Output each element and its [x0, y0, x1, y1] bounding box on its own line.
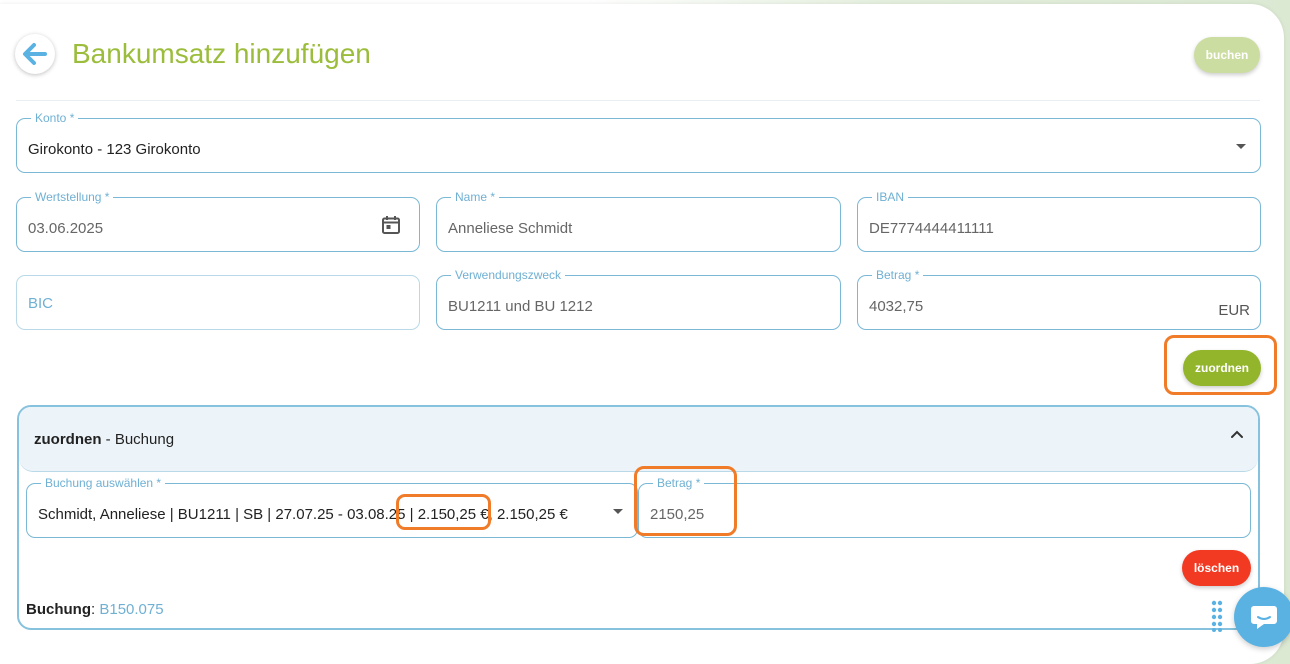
booking-select-value: Schmidt, Anneliese | BU1211 | SB | 27.07… [38, 506, 568, 523]
wertstellung-field[interactable]: Wertstellung * 03.06.2025 [16, 190, 420, 252]
betrag-value: 4032,75 [869, 298, 924, 315]
caret-down-icon [613, 509, 623, 514]
chevron-up-icon[interactable] [1230, 427, 1244, 441]
drag-handle-icon[interactable] [1211, 600, 1223, 632]
iban-label: IBAN [872, 190, 909, 204]
wertstellung-label: Wertstellung * [31, 190, 114, 204]
chat-button[interactable] [1234, 587, 1290, 647]
caret-down-icon [1236, 144, 1246, 149]
name-label: Name * [451, 190, 500, 204]
calendar-icon[interactable] [381, 215, 401, 235]
delete-button[interactable]: löschen [1182, 550, 1251, 586]
assignment-panel-header[interactable]: zuordnen - Buchung [19, 407, 1258, 472]
bic-field[interactable]: BIC [16, 275, 420, 330]
verwendungszweck-value: BU1211 und BU 1212 [448, 298, 593, 315]
konto-select[interactable]: Konto * Girokonto - 123 Girokonto [16, 111, 1261, 173]
wertstellung-value: 03.06.2025 [28, 220, 104, 237]
konto-value: Girokonto - 123 Girokonto [28, 141, 201, 158]
name-field[interactable]: Name * Anneliese Schmidt [436, 190, 841, 252]
page-title: Bankumsatz hinzufügen [72, 38, 371, 69]
book-button[interactable]: buchen [1194, 37, 1260, 73]
assign-button[interactable]: zuordnen [1183, 350, 1261, 386]
name-value: Anneliese Schmidt [448, 220, 573, 237]
header-divider [16, 100, 1260, 101]
assignment-betrag-value: 2150,25 [650, 506, 705, 523]
iban-value: DE7774444411111 [869, 220, 994, 237]
booking-reference: Buchung: B150.075 [26, 601, 164, 618]
arrow-left-icon [23, 43, 47, 65]
currency-unit: EUR [1218, 302, 1250, 319]
booking-select[interactable]: Buchung auswählen * Schmidt, Anneliese |… [26, 476, 638, 538]
verwendungszweck-label: Verwendungszweck [451, 268, 566, 282]
bic-placeholder: BIC [28, 295, 54, 312]
assignment-betrag-field[interactable]: Betrag * 2150,25 [638, 476, 1251, 538]
assignment-betrag-label: Betrag * [653, 476, 705, 490]
iban-field[interactable]: IBAN DE7774444411111 [857, 190, 1261, 252]
booking-reference-link[interactable]: B150.075 [99, 601, 163, 618]
chat-icon [1251, 606, 1277, 629]
konto-label: Konto * [31, 111, 79, 125]
back-button[interactable] [15, 34, 55, 74]
booking-select-label: Buchung auswählen * [41, 476, 166, 490]
assignment-panel-title: zuordnen - Buchung [34, 431, 175, 448]
betrag-field[interactable]: Betrag * 4032,75 EUR [857, 268, 1261, 330]
verwendungszweck-field[interactable]: Verwendungszweck BU1211 und BU 1212 [436, 268, 841, 330]
betrag-label: Betrag * [872, 268, 924, 282]
